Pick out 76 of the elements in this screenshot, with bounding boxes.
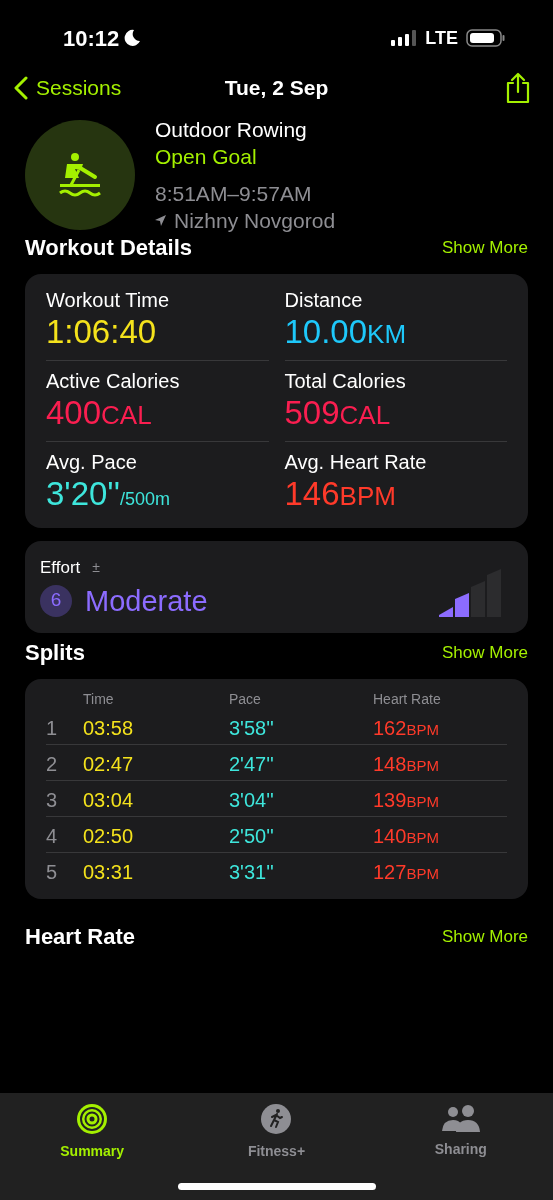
battery-icon xyxy=(466,28,506,48)
split-unit: BPM xyxy=(406,719,439,740)
status-time: 10:12 xyxy=(63,24,120,53)
split-time: 03:04 xyxy=(83,787,135,813)
metric-value: 3'20'' xyxy=(46,474,120,514)
split-heart-rate: 139 xyxy=(373,787,407,813)
split-pace: 2'50'' xyxy=(229,823,275,849)
split-heart-rate: 148 xyxy=(373,751,407,777)
split-unit: BPM xyxy=(406,755,439,776)
metric-unit: KM xyxy=(367,318,407,350)
section-title: Heart Rate xyxy=(25,922,136,951)
adjust-symbol: ± xyxy=(92,558,100,578)
metric-label: Distance xyxy=(284,288,364,312)
metric-unit: CAL xyxy=(339,399,391,431)
workout-time-range: 8:51AM–9:57AM xyxy=(155,181,313,207)
column-header: Heart Rate xyxy=(373,689,442,709)
section-title: Workout Details xyxy=(25,234,193,262)
metric-label: Avg. Heart Rate xyxy=(284,450,428,474)
effort-rating: Moderate xyxy=(85,583,208,619)
nav-title: Tue, 2 Sep xyxy=(224,75,329,102)
metric-unit: CAL xyxy=(101,399,152,431)
column-header: Pace xyxy=(229,689,262,709)
split-heart-rate: 127 xyxy=(373,859,407,885)
signal-icon xyxy=(391,30,418,46)
back-button[interactable]: Sessions xyxy=(14,72,122,104)
runner-icon xyxy=(260,1103,293,1135)
split-unit: BPM xyxy=(406,827,439,848)
metric-value: 146 xyxy=(284,474,340,514)
metric-value: 10.00 xyxy=(284,312,368,352)
moon-icon xyxy=(123,29,142,47)
split-number: 3 xyxy=(46,787,59,813)
show-more-link[interactable]: Show More xyxy=(442,923,528,950)
metric-label: Active Calories xyxy=(46,369,181,393)
split-heart-rate: 162 xyxy=(373,715,407,741)
split-number: 4 xyxy=(46,823,59,849)
split-number: 5 xyxy=(46,859,59,885)
metric-label: Workout Time xyxy=(46,288,170,312)
split-pace: 3'31'' xyxy=(229,859,275,885)
split-time: 02:47 xyxy=(83,751,135,777)
effort-score: 6 xyxy=(40,584,72,617)
split-number: 2 xyxy=(46,751,59,777)
split-heart-rate: 140 xyxy=(373,823,407,849)
network-label: LTE xyxy=(425,26,458,50)
rings-icon xyxy=(76,1103,109,1135)
metric-value: 400 xyxy=(46,393,102,433)
metric-value: 509 xyxy=(284,393,340,433)
tab[interactable]: Fitness+ xyxy=(184,1103,369,1163)
chevron-left-icon xyxy=(14,76,28,100)
split-time: 03:58 xyxy=(83,715,135,741)
rowing-icon xyxy=(57,152,103,198)
metric-unit: /500m xyxy=(119,489,170,511)
show-more-link[interactable]: Show More xyxy=(442,235,528,261)
workout-name: Outdoor Rowing xyxy=(155,117,308,143)
section-title: Splits xyxy=(25,638,85,667)
metric-label: Avg. Pace xyxy=(46,450,138,474)
metric-value: 1:06:40 xyxy=(46,312,157,352)
split-pace: 3'04'' xyxy=(229,787,275,813)
split-unit: BPM xyxy=(406,791,439,812)
tab[interactable]: Summary xyxy=(0,1103,185,1163)
workout-goal: Open Goal xyxy=(155,144,258,170)
workout-location: Nizhny Novgorod xyxy=(174,208,336,234)
split-time: 02:50 xyxy=(83,823,135,849)
location-arrow-icon xyxy=(155,215,166,226)
split-number: 1 xyxy=(46,715,59,741)
people-icon xyxy=(439,1103,482,1133)
split-pace: 3'58'' xyxy=(229,715,275,741)
column-header: Time xyxy=(83,689,115,709)
tab[interactable]: Sharing xyxy=(368,1103,553,1163)
metric-unit: BPM xyxy=(339,480,396,512)
split-pace: 2'47'' xyxy=(229,751,275,777)
share-icon xyxy=(505,72,531,104)
effort-label: Effort xyxy=(40,557,81,579)
metric-label: Total Calories xyxy=(284,369,407,393)
split-unit: BPM xyxy=(406,863,439,884)
show-more-link[interactable]: Show More xyxy=(442,639,528,666)
split-time: 03:31 xyxy=(83,859,135,885)
